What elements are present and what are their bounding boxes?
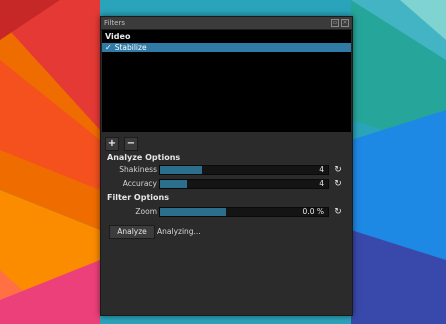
panel-title: Filters [104, 19, 125, 27]
restore-icon[interactable]: ▫ [331, 19, 339, 27]
filters-panel: Filters ▫ × Video ✓ Stabilize + − Analyz… [100, 16, 353, 316]
zoom-label: Zoom [135, 207, 157, 216]
shakiness-slider-fill [160, 166, 202, 174]
shakiness-reset-icon[interactable]: ↻ [333, 165, 343, 175]
shakiness-row: Shakiness 4 ↻ [101, 165, 352, 175]
checkmark-icon[interactable]: ✓ [105, 43, 112, 52]
close-icon[interactable]: × [341, 19, 349, 27]
remove-filter-button[interactable]: − [124, 137, 138, 151]
zoom-slider-fill [160, 208, 226, 216]
accuracy-label: Accuracy [122, 179, 157, 188]
filter-options-header: Filter Options [107, 193, 169, 202]
panel-titlebar[interactable]: Filters ▫ × [101, 17, 352, 30]
add-filter-button[interactable]: + [105, 137, 119, 151]
shakiness-value: 4 [319, 165, 324, 174]
zoom-reset-icon[interactable]: ↻ [333, 207, 343, 217]
accuracy-reset-icon[interactable]: ↻ [333, 179, 343, 189]
zoom-slider[interactable]: 0.0 % [159, 207, 329, 217]
accuracy-value: 4 [319, 179, 324, 188]
list-header-video: Video [105, 32, 131, 41]
title-buttons: ▫ × [331, 19, 349, 27]
accuracy-row: Accuracy 4 ↻ [101, 179, 352, 189]
accuracy-slider[interactable]: 4 [159, 179, 329, 189]
filter-list[interactable]: Video ✓ Stabilize [102, 30, 351, 132]
shakiness-slider[interactable]: 4 [159, 165, 329, 175]
zoom-value: 0.0 % [302, 207, 324, 216]
zoom-row: Zoom 0.0 % ↻ [101, 207, 352, 217]
list-item-stabilize[interactable]: ✓ Stabilize [102, 43, 351, 52]
shakiness-label: Shakiness [119, 165, 157, 174]
accuracy-slider-fill [160, 180, 187, 188]
analysis-status: Analyzing... [157, 227, 201, 236]
analyze-button[interactable]: Analyze [109, 225, 155, 239]
analyze-options-header: Analyze Options [107, 153, 181, 162]
list-item-label: Stabilize [114, 43, 147, 52]
list-toolbar: + − [105, 137, 138, 151]
